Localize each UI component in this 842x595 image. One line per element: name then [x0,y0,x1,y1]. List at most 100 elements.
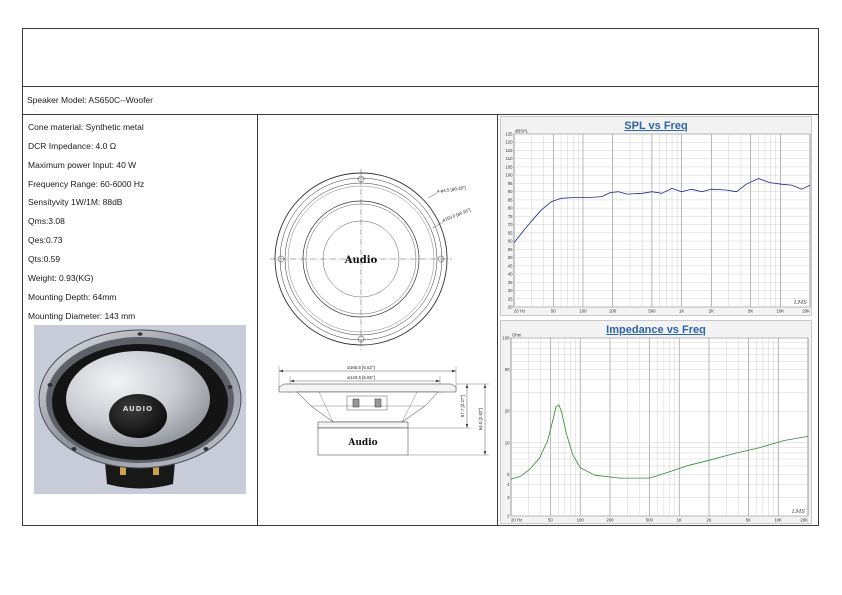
x-tick-label: 20 Hz [514,309,525,314]
total-depth-label: 64.0 [2.52"] [478,408,483,430]
x-tick-label: 2K [709,309,714,314]
side-flange [278,383,457,393]
spec-qms: Qms:3.08 [28,216,65,226]
frame-screw-hole [227,385,233,389]
side-basket [296,391,439,423]
speaker-dust-cap [109,394,167,438]
y-tick-label: 60 [508,239,513,244]
x-tick-label: 20 Hz [511,518,522,523]
impedance-chart-panel: 100 50 20 10 5 4 3 2 20 Hz 50 100 200 500 1K 2K 5K 10K 20… [500,320,812,524]
holes-dimension-label: 4-ø4.5 [ø0.18"] [436,185,466,194]
x-tick-label: 2K [706,518,711,523]
y-tick-label: 10 [505,440,510,445]
frame-screw-hole [47,383,53,387]
speaker-product-image: AUDIO [34,325,246,494]
spec-sheet-page: Speaker Model: AS650C--Woofer Cone mater… [0,0,842,595]
side-view-drawing [278,366,489,456]
x-tick-label: 1K [677,518,682,523]
plot-area [510,337,809,517]
y-tick-label: 55 [508,247,513,252]
technical-drawing: Audio 4-ø4.5 [ø0.18"] ø150.0 [ø5.91"] ø1… [270,169,489,456]
side-view-logo: Audio [347,438,377,448]
chart-logo: LMS [791,509,805,515]
plot-area [513,133,811,308]
y-tick-label: 50 [508,255,513,260]
x-tick-label: 10K [774,518,782,523]
y-tick-label: 120 [505,140,513,145]
frame-screw-hole [71,447,77,451]
cutout-diameter-label: ø143.5 [5.65"] [347,375,374,380]
x-tick-label: 5K [746,518,751,523]
y-tick-label: 90 [508,189,513,194]
impedance-chart: 100 50 20 10 5 4 3 220 Hz 50 100 200 500 1K 2K 5K 10K 20… [502,333,809,523]
terminal-tab [374,398,382,408]
x-tick-label: 500 [648,309,656,314]
y-tick-label: 70 [508,222,513,227]
y-tick-label: 100 [502,336,510,341]
y-tick-label: 75 [508,214,513,219]
spec-max-power: Maximum power Input: 40 W [28,160,137,170]
speaker-model-label: Speaker Model: AS650C--Woofer [27,95,153,105]
y-tick-label: 3 [507,495,510,500]
x-tick-label: 500 [646,518,654,523]
spec-mounting-diameter: Mounting Diameter: 143 mm [28,311,136,321]
y-tick-label: 35 [508,280,513,285]
frame-screw-hole [137,332,143,336]
pcd-dimension-label: ø150.0 [ø5.91"] [442,207,472,223]
spl-chart: 125 120 115 110 105 100 95 90 85 80 75 70 65 60 55 50 45… [505,129,811,314]
x-tick-label: 200 [609,309,617,314]
y-tick-label: 80 [508,206,513,211]
dimension-arrows [465,384,487,455]
spec-cone-material: Cone material: Synthetic metal [28,122,144,132]
impedance-chart-title: Impedance vs Freq [606,324,706,336]
y-tick-label: 40 [508,272,513,277]
frame-screw-hole [203,447,209,451]
y-tick-label: 100 [505,173,513,178]
x-tick-label: 200 [606,518,614,523]
y-tick-label: 50 [505,367,510,372]
chart-logo: LMS [793,300,807,306]
y-tick-label: 20 [508,305,513,310]
y-tick-label: 65 [508,230,513,235]
x-tick-label: 100 [579,309,587,314]
terminal-tab [352,398,360,408]
spec-qts: Qts:0.59 [28,254,61,264]
x-tick-label: 20K [802,309,810,314]
x-tick-label: 1K [679,309,684,314]
y-tick-label: 5 [507,472,510,477]
spec-weight: Weight: 0.93(KG) [28,273,94,283]
x-tick-label: 100 [577,518,585,523]
y-tick-label: 115 [506,148,513,153]
x-tick-label: 10K [776,309,784,314]
header-row-divider [22,86,819,87]
spec-frequency-range: Frequency Range: 60-6000 Hz [28,179,145,189]
y-tick-label: 45 [508,263,513,268]
spec-qes: Qes:0.73 [28,235,63,245]
spl-chart-title: SPL vs Freq [624,120,688,132]
y-tick-label: 105 [505,164,513,169]
y-tick-label: 2 [507,514,510,519]
y-tick-label: 20 [505,409,510,414]
x-tick-label: 5K [748,309,753,314]
spec-sensitivity: Sensityvity 1W/1M: 88dB [28,197,123,207]
front-view-logo: Audio [344,255,378,266]
x-tick-label: 50 [548,518,553,523]
y-tick-label: 30 [508,288,513,293]
y-tick-label: 125 [505,132,513,137]
spec-dcr-impedance: DCR Impedance: 4.0 Ω [28,141,117,151]
outer-diameter-label: ø165.5 [6.52"] [347,365,374,370]
y-tick-label: 95 [508,181,513,186]
y-tick-label: 110 [506,156,513,161]
spl-chart-panel: 125 120 115 110 105 100 95 90 85 80 75 70 65 60 55 50 45… [500,116,812,316]
column-divider-right [497,114,498,526]
holes-leader-line [427,192,438,199]
y-tick-label: 4 [507,482,510,487]
basket-depth-label: 57.7 [2.27"] [460,395,465,417]
x-tick-label: 50 [551,309,556,314]
y-tick-label: 25 [508,296,513,301]
x-tick-label: 20K [800,518,808,523]
magnet-top-plate [317,421,409,429]
y-tick-label: 85 [508,197,513,202]
speaker-cap-logo: AUDIO [123,405,153,413]
spec-mounting-depth: Mounting Depth: 64mm [28,292,117,302]
